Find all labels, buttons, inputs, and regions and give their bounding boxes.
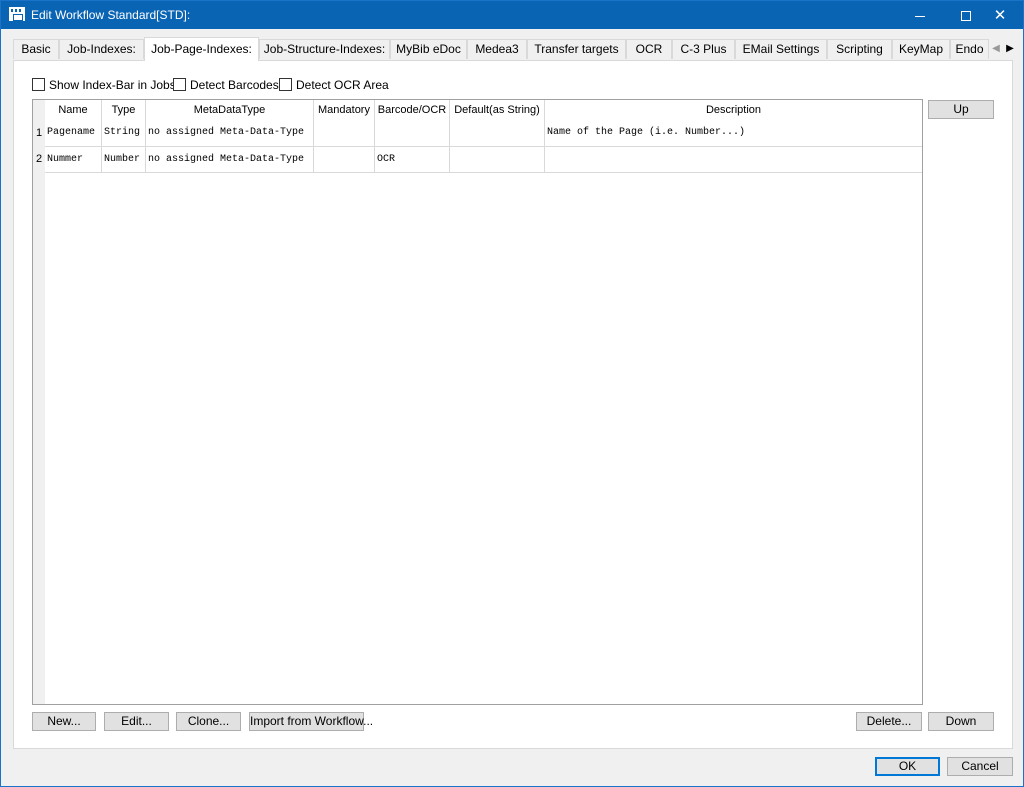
column-header-default[interactable]: Default(as String) <box>450 100 545 120</box>
tab-transfer-targets[interactable]: Transfer targets <box>527 39 626 59</box>
table-cell[interactable]: String <box>102 120 146 147</box>
new-button[interactable]: New... <box>32 712 96 731</box>
table-cell[interactable]: Pagename <box>45 120 102 147</box>
maximize-icon <box>961 11 971 22</box>
table-cell[interactable]: Nummer <box>45 147 102 173</box>
row-number[interactable]: 1 <box>33 120 45 147</box>
table-cell[interactable]: OCR <box>375 147 450 173</box>
tab-scripting[interactable]: Scripting <box>827 39 892 59</box>
tab-mybib-edoc[interactable]: MyBib eDoc <box>390 39 467 59</box>
column-header-description[interactable]: Description <box>545 100 922 120</box>
tab-basic[interactable]: Basic <box>13 39 59 59</box>
table-cell[interactable] <box>545 147 922 173</box>
checkbox-icon <box>279 78 292 91</box>
tab-job-indexes[interactable]: Job-Indexes: <box>59 39 144 59</box>
import-from-workflow-button[interactable]: Import from Workflow... <box>249 712 373 731</box>
table-cell[interactable]: Name of the Page (i.e. Number...) <box>545 120 922 147</box>
table-cell[interactable] <box>375 120 450 147</box>
tab-keymap[interactable]: KeyMap <box>892 39 950 59</box>
tab-medea3[interactable]: Medea3 <box>467 39 527 59</box>
show-index-bar-label: Show Index-Bar in Jobs <box>49 78 176 92</box>
title-bar[interactable]: Edit Workflow Standard[STD]: ✕ <box>1 1 1023 29</box>
column-header-barcode-ocr[interactable]: Barcode/OCR <box>375 100 450 120</box>
detect-barcodes-label: Detect Barcodes <box>190 78 279 92</box>
table-cell[interactable] <box>314 120 375 147</box>
edit-button[interactable]: Edit... <box>104 712 169 731</box>
cancel-button[interactable]: Cancel <box>947 757 1013 776</box>
table-cell[interactable] <box>314 147 375 173</box>
column-header-name[interactable]: Name <box>45 100 102 120</box>
tab-scroll-left-icon[interactable]: ◀ <box>989 39 1003 59</box>
minimize-button[interactable] <box>897 1 943 29</box>
dialog-window: Edit Workflow Standard[STD]: ✕ Basic Job… <box>0 0 1024 787</box>
detect-ocr-area-label: Detect OCR Area <box>296 78 389 92</box>
table-cell[interactable]: no assigned Meta-Data-Type <box>146 120 314 147</box>
delete-button[interactable]: Delete... <box>856 712 922 731</box>
tab-scroll-right-icon[interactable]: ▶ <box>1003 39 1017 59</box>
close-button[interactable]: ✕ <box>977 1 1023 29</box>
tab-job-page-indexes[interactable]: Job-Page-Indexes: <box>144 37 259 61</box>
tab-strip: Basic Job-Indexes: Job-Page-Indexes: Job… <box>13 37 1014 61</box>
page-index-table[interactable]: Name Type MetaDataType Mandatory Barcode… <box>32 99 923 705</box>
table-cell[interactable] <box>450 147 545 173</box>
column-header-mandatory[interactable]: Mandatory <box>314 100 375 120</box>
down-button[interactable]: Down <box>928 712 994 731</box>
up-button[interactable]: Up <box>928 100 994 119</box>
clone-button[interactable]: Clone... <box>176 712 241 731</box>
app-icon <box>9 7 25 21</box>
checkbox-icon <box>173 78 186 91</box>
table-cell[interactable]: no assigned Meta-Data-Type <box>146 147 314 173</box>
detect-barcodes-checkbox[interactable]: Detect Barcodes <box>173 78 279 94</box>
ok-button[interactable]: OK <box>875 757 940 776</box>
table-body: Name Type MetaDataType Mandatory Barcode… <box>45 100 922 704</box>
close-icon: ✕ <box>993 6 1007 24</box>
checkbox-icon <box>32 78 45 91</box>
tab-panel-job-page-indexes: Show Index-Bar in Jobs Detect Barcodes D… <box>13 60 1013 749</box>
tab-ocr[interactable]: OCR <box>626 39 672 59</box>
minimize-icon <box>915 15 925 17</box>
window-title: Edit Workflow Standard[STD]: <box>31 8 191 22</box>
column-header-metadatatype[interactable]: MetaDataType <box>146 100 314 120</box>
tab-job-structure-indexes[interactable]: Job-Structure-Indexes: <box>259 39 390 59</box>
tab-email-settings[interactable]: EMail Settings <box>735 39 827 59</box>
table-cell[interactable] <box>450 120 545 147</box>
row-header-column <box>33 100 45 704</box>
table-cell[interactable]: Number <box>102 147 146 173</box>
row-number[interactable]: 2 <box>33 147 45 173</box>
detect-ocr-area-checkbox[interactable]: Detect OCR Area <box>279 78 389 94</box>
column-header-type[interactable]: Type <box>102 100 146 120</box>
show-index-bar-checkbox[interactable]: Show Index-Bar in Jobs <box>32 78 176 94</box>
tab-c3-plus[interactable]: C-3 Plus <box>672 39 735 59</box>
tab-endo[interactable]: Endo <box>950 39 989 59</box>
